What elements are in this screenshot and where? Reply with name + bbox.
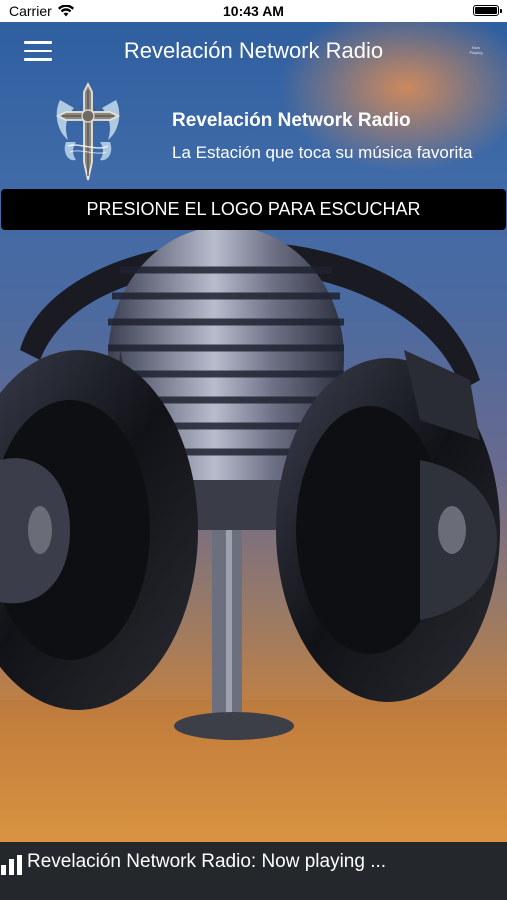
equalizer-bars-icon	[1, 855, 22, 875]
station-tagline: La Estación que toca su música favorita	[172, 143, 473, 162]
status-time: 10:43 AM	[223, 3, 284, 19]
hamburger-menu-icon[interactable]	[24, 41, 52, 63]
now-playing-bar[interactable]: Revelación Network Radio: Now playing ..…	[0, 842, 507, 900]
press-logo-banner: PRESIONE EL LOGO PARA ESCUCHAR	[1, 189, 506, 230]
app-title: Revelación Network Radio	[123, 38, 384, 63]
microphone-headphones-illustration	[0, 230, 507, 842]
station-name: Revelación Network Radio	[172, 110, 411, 131]
top-navigation-bar: Revelación Network Radio Now Playing	[0, 22, 507, 80]
battery-icon	[473, 5, 502, 16]
now-playing-text: Revelación Network Radio: Now playing ..…	[27, 851, 387, 872]
battery-level	[475, 7, 497, 14]
app-screen: Carrier 10:43 AM Revelación Network Radi…	[0, 0, 507, 900]
now-playing-mini-icon[interactable]: Now Playing	[467, 45, 485, 57]
status-bar: Carrier 10:43 AM	[0, 0, 507, 22]
station-logo-icon[interactable]	[52, 82, 124, 184]
